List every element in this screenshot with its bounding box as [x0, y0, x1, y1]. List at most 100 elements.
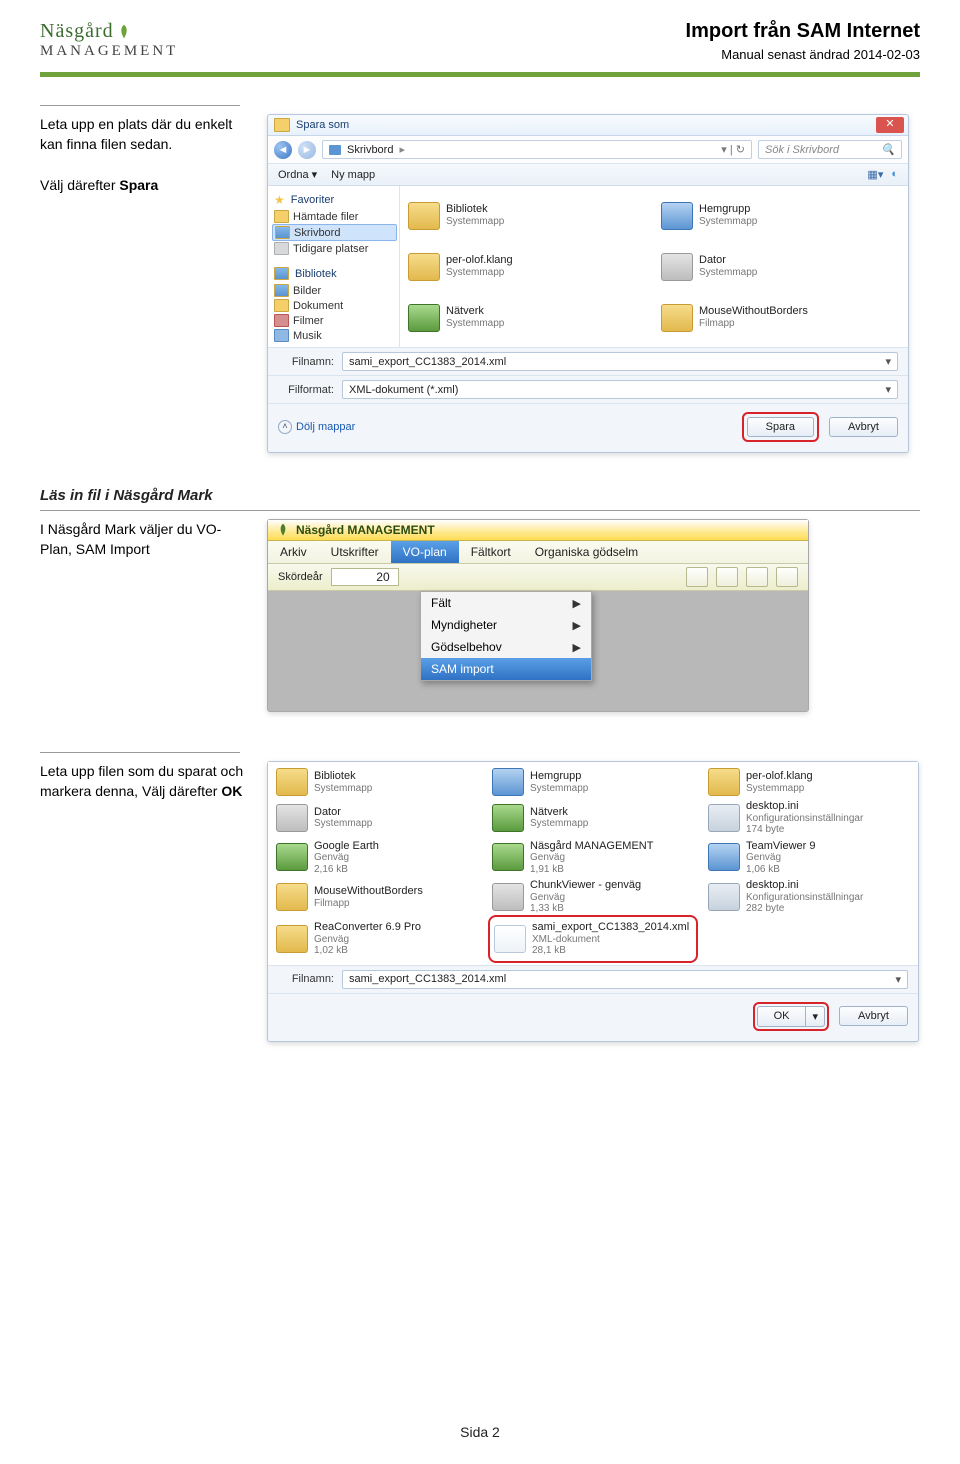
file-icon [276, 843, 308, 871]
close-button[interactable]: ✕ [876, 117, 904, 133]
recent-icon [274, 242, 289, 255]
instruction-text: Leta upp en plats där du enkelt kan finn… [40, 114, 250, 195]
file-icon [492, 768, 524, 796]
logo-text-top: Näsgård [40, 20, 114, 43]
nav-tree[interactable]: ★Favoriter Hämtade filer Skrivbord Tidig… [268, 186, 400, 347]
file-icon [708, 843, 740, 871]
list-item: NätverkSystemmapp [408, 294, 647, 341]
ok-button-highlight: OK▾ [753, 1002, 829, 1031]
toolbar-icon[interactable] [776, 567, 798, 587]
file-grid[interactable]: BibliotekSystemmapp HemgruppSystemmapp p… [400, 186, 908, 347]
list-item[interactable]: desktop.iniKonfigurationsinställningar28… [708, 879, 910, 915]
fileformat-select[interactable]: XML-dokument (*.xml)▾ [342, 380, 898, 399]
star-icon: ★ [274, 193, 285, 207]
fileformat-label: Filformat: [278, 384, 334, 396]
list-item: HemgruppSystemmapp [661, 192, 900, 239]
leaf-icon [276, 523, 290, 537]
section-rule [40, 105, 240, 106]
file-icon [708, 768, 740, 796]
toolbar-icon[interactable] [686, 567, 708, 587]
toolbar-icon[interactable] [746, 567, 768, 587]
list-item[interactable]: BibliotekSystemmapp [276, 768, 478, 796]
search-icon: 🔍 [881, 143, 895, 156]
menubar[interactable]: Arkiv Utskrifter VO-plan Fältkort Organi… [268, 541, 808, 564]
save-button[interactable]: Spara [747, 417, 814, 437]
skordear-label: Skördeår [278, 571, 323, 583]
list-item[interactable]: DatorSystemmapp [276, 800, 478, 836]
chevron-up-icon: ˄ [278, 420, 292, 434]
file-icon [276, 883, 308, 911]
menu-voplan[interactable]: VO-plan [391, 541, 459, 563]
ok-button[interactable]: OK▾ [757, 1006, 825, 1027]
hide-folders-link[interactable]: ˄Dölj mappar [278, 420, 355, 434]
help-icon[interactable]: ◐ [891, 168, 898, 181]
instruction-text: I Näsgård Mark väljer du VO-Plan, SAM Im… [40, 519, 250, 560]
toolbar-icon[interactable] [716, 567, 738, 587]
file-icon [276, 768, 308, 796]
list-item[interactable]: sami_export_CC1383_2014.xmlXML-dokument2… [492, 919, 694, 959]
new-folder-button[interactable]: Ny mapp [331, 169, 375, 181]
header-rule [40, 72, 920, 77]
dropdown-item-godselbehov[interactable]: Gödselbehov▶ [421, 636, 591, 658]
filename-input[interactable]: sami_export_CC1383_2014.xml▾ [342, 970, 908, 989]
folder-icon [408, 202, 440, 230]
save-as-dialog: Spara som ✕ ◄ ► Skrivbord ▸ ▾ | ↻ Sök i … [267, 114, 909, 453]
filename-label: Filnamn: [278, 356, 334, 368]
desktop-icon [329, 145, 341, 155]
forward-button[interactable]: ► [298, 141, 316, 159]
folder-icon [661, 304, 693, 332]
filename-input[interactable]: sami_export_CC1383_2014.xml▾ [342, 352, 898, 371]
logo-text-bottom: MANAGEMENT [40, 43, 178, 60]
instruction-text: Leta upp filen som du sparat och markera… [40, 761, 250, 802]
folder-icon [274, 118, 290, 132]
section-heading: Läs in fil i Näsgård Mark [40, 487, 920, 504]
voplan-dropdown[interactable]: Fält▶ Myndigheter▶ Gödselbehov▶ SAM impo… [420, 591, 592, 681]
dropdown-item-myndigheter[interactable]: Myndigheter▶ [421, 614, 591, 636]
menu-faltkort[interactable]: Fältkort [459, 541, 523, 563]
organize-menu[interactable]: Ordna ▾ [278, 168, 317, 181]
view-icon[interactable]: ▦▾ [867, 168, 883, 181]
homegroup-icon [661, 202, 693, 230]
file-icon [276, 925, 308, 953]
chevron-down-icon[interactable]: ▾ [805, 1007, 824, 1026]
list-item[interactable]: HemgruppSystemmapp [492, 768, 694, 796]
list-item[interactable]: Google EarthGenväg2,16 kB [276, 840, 478, 876]
list-item[interactable]: ChunkViewer - genvägGenväg1,33 kB [492, 879, 694, 915]
computer-icon [661, 253, 693, 281]
save-button-highlight: Spara [742, 412, 819, 442]
file-icon [492, 804, 524, 832]
doc-subtitle: Manual senast ändrad 2014-02-03 [686, 47, 920, 62]
list-item[interactable]: TeamViewer 9Genväg1,06 kB [708, 840, 910, 876]
cancel-button[interactable]: Avbryt [839, 1006, 908, 1026]
dropdown-item-falt[interactable]: Fält▶ [421, 592, 591, 614]
list-item[interactable]: ReaConverter 6.9 ProGenväg1,02 kB [276, 919, 478, 959]
filename-label: Filnamn: [278, 973, 334, 985]
videos-icon [274, 314, 289, 327]
list-item[interactable]: Näsgård MANAGEMENTGenväg1,91 kB [492, 840, 694, 876]
open-dialog: BibliotekSystemmapp HemgruppSystemmapp per… [267, 761, 919, 1042]
back-button[interactable]: ◄ [274, 141, 292, 159]
library-icon [274, 267, 289, 280]
menu-organiska[interactable]: Organiska gödselm [523, 541, 650, 563]
cancel-button[interactable]: Avbryt [829, 417, 898, 437]
dropdown-item-samimport[interactable]: SAM import [421, 658, 591, 680]
list-item: per-olof.klangSystemmapp [408, 243, 647, 290]
file-grid[interactable]: BibliotekSystemmapp HemgruppSystemmapp per… [268, 762, 918, 965]
list-item[interactable]: per-olof.klangSystemmapp [708, 768, 910, 796]
music-icon [274, 329, 289, 342]
list-item: DatorSystemmapp [661, 243, 900, 290]
menu-utskrifter[interactable]: Utskrifter [319, 541, 391, 563]
breadcrumb[interactable]: Skrivbord ▸ ▾ | ↻ [322, 140, 752, 159]
page-footer: Sida 2 [0, 1424, 960, 1440]
list-item[interactable]: desktop.iniKonfigurationsinställningar17… [708, 800, 910, 836]
list-item[interactable]: MouseWithoutBordersFilmapp [276, 879, 478, 915]
skordear-input[interactable]: 20 [331, 568, 399, 586]
menu-arkiv[interactable]: Arkiv [268, 541, 319, 563]
dialog-title: Spara som [296, 119, 349, 131]
section-rule [40, 510, 920, 511]
search-input[interactable]: Sök i Skrivbord 🔍 [758, 140, 902, 159]
section-rule [40, 752, 240, 753]
file-icon [492, 843, 524, 871]
nasgard-app: Näsgård MANAGEMENT Arkiv Utskrifter VO-p… [267, 519, 809, 712]
list-item[interactable]: NätverkSystemmapp [492, 800, 694, 836]
